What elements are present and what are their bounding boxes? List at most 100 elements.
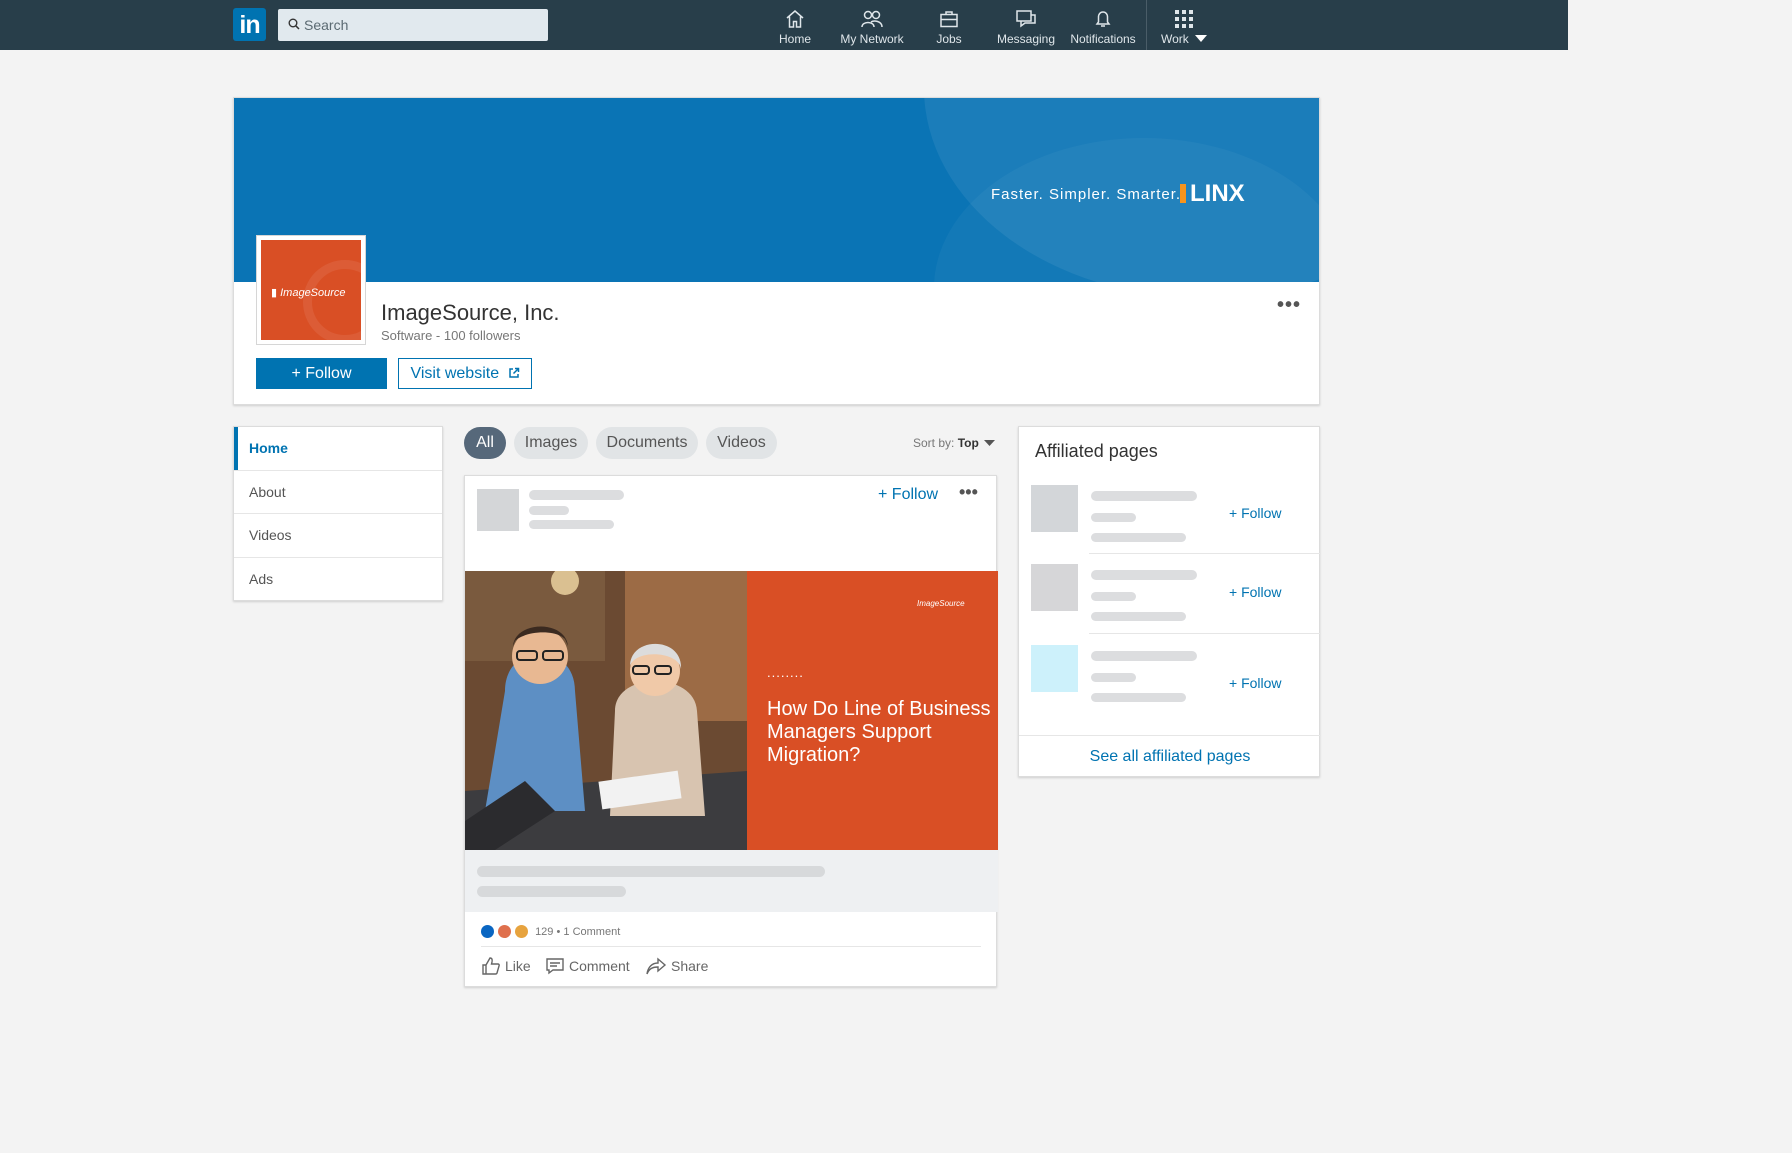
top-nav: in Home My Network Jobs Messaging Notifi… [0,0,1568,50]
sidebar-item-home[interactable]: Home [234,427,442,471]
filter-images[interactable]: Images [514,427,588,459]
linx-logo: LINX [1180,180,1245,208]
skeleton-line [1091,612,1186,621]
nav-work[interactable]: Work [1155,0,1213,50]
insightful-reaction-icon [515,925,528,938]
grid-icon [1175,10,1193,28]
post-card: + Follow ••• ImageSource ........ How Do… [464,475,998,987]
search-box[interactable] [278,9,548,41]
visit-website-button[interactable]: Visit website [398,358,532,389]
post-image-brand: ImageSource [917,599,965,608]
skeleton-line [477,886,626,897]
skeleton-line [1091,533,1186,542]
skeleton-line [477,866,825,877]
filter-all[interactable]: All [464,427,506,459]
affiliated-follow-button[interactable]: + Follow [1229,584,1282,600]
share-button[interactable]: Share [645,956,708,976]
messaging-icon [1016,10,1036,28]
affiliated-page-thumb [1031,485,1078,532]
caret-down-icon [1195,35,1208,42]
search-icon [288,18,300,30]
nav-my-network-label: My Network [840,32,904,46]
sidebar-item-about[interactable]: About [234,471,442,514]
sort-dropdown[interactable]: Sort by: Top [913,436,996,450]
company-header-card: Faster. Simpler. Smarter. LINX ▮ ImageSo… [233,97,1320,405]
logo-ring [303,260,361,340]
affiliated-page-item[interactable]: + Follow [1019,564,1321,644]
affiliated-page-thumb [1031,564,1078,611]
company-meta: Software - 100 followers [381,328,521,343]
row-divider [1089,553,1321,554]
jobs-icon [940,11,958,28]
post-divider [481,946,981,947]
search-input[interactable] [304,9,540,41]
company-logo-name: ImageSource [280,287,346,299]
company-name: ImageSource, Inc. [381,300,560,325]
affiliated-follow-button[interactable]: + Follow [1229,675,1282,691]
follow-button[interactable]: + Follow [256,358,387,389]
post-caption-placeholder [465,850,998,912]
nav-home[interactable]: Home [770,0,820,50]
skeleton-line [529,520,614,529]
office-meeting-photo [465,571,747,850]
nav-divider [1146,0,1147,50]
comment-icon [546,958,564,975]
skeleton-line [1091,513,1136,522]
post-headline: How Do Line of Business Managers Support… [767,698,991,766]
affiliated-page-item[interactable]: + Follow [1019,645,1321,725]
nav-work-label: Work [1161,32,1219,46]
network-icon [861,10,883,28]
sidebar-item-videos[interactable]: Videos [234,514,442,558]
post-image[interactable]: ImageSource ........ How Do Line of Busi… [465,571,998,850]
post-more-icon[interactable]: ••• [959,482,978,503]
filter-documents[interactable]: Documents [596,427,698,459]
skeleton-line [1091,570,1197,580]
nav-my-network[interactable]: My Network [837,0,907,50]
see-all-affiliated-link[interactable]: See all affiliated pages [1019,735,1321,778]
nav-notifications-label: Notifications [1070,32,1136,46]
cover-banner: Faster. Simpler. Smarter. LINX [234,98,1319,282]
nav-messaging[interactable]: Messaging [995,0,1057,50]
nav-jobs[interactable]: Jobs [924,0,974,50]
external-link-icon [508,367,519,378]
skeleton-line [529,506,569,515]
reactions-summary[interactable]: 129 • 1 Comment [481,925,620,938]
share-icon [646,957,667,975]
like-reaction-icon [481,925,494,938]
sort-value: Top [957,436,979,450]
affiliated-pages-card: Affiliated pages + Follow + Follow + Fol… [1018,426,1321,778]
skeleton-line [529,490,624,500]
visit-website-label: Visit website [410,364,500,382]
post-follow-button[interactable]: + Follow [878,486,938,504]
nav-home-label: Home [778,32,811,46]
caret-down-icon [984,440,996,446]
post-author-avatar-placeholder [477,489,519,531]
nav-work-text: Work [1161,32,1189,46]
company-logo[interactable]: ▮ ImageSource [256,235,366,345]
row-divider [1089,633,1321,634]
post-headline-panel: ImageSource ........ How Do Line of Busi… [747,571,998,850]
like-button[interactable]: Like [481,956,531,976]
linx-logo-bar [1180,184,1186,203]
bell-icon [1095,11,1111,27]
sidebar-item-ads[interactable]: Ads [234,558,442,602]
skeleton-line [1091,651,1197,661]
nav-jobs-label: Jobs [936,32,962,46]
page-sidebar-nav: Home About Videos Ads [233,426,443,601]
skeleton-line [1091,693,1186,702]
affiliated-page-item[interactable]: + Follow [1019,485,1321,565]
skeleton-line [1091,491,1197,501]
filter-videos[interactable]: Videos [706,427,777,459]
comment-count[interactable]: 1 Comment [563,926,620,938]
comment-label: Comment [569,958,630,974]
post-photo [465,571,747,850]
comment-button[interactable]: Comment [545,956,630,976]
affiliated-follow-button[interactable]: + Follow [1229,505,1282,521]
skeleton-line [1091,592,1136,601]
share-label: Share [671,958,709,974]
home-icon [786,10,804,28]
linkedin-logo[interactable]: in [233,8,266,41]
more-options-icon[interactable]: ••• [1277,294,1301,317]
post-image-dots: ........ [767,665,804,680]
nav-notifications[interactable]: Notifications [1067,0,1139,50]
